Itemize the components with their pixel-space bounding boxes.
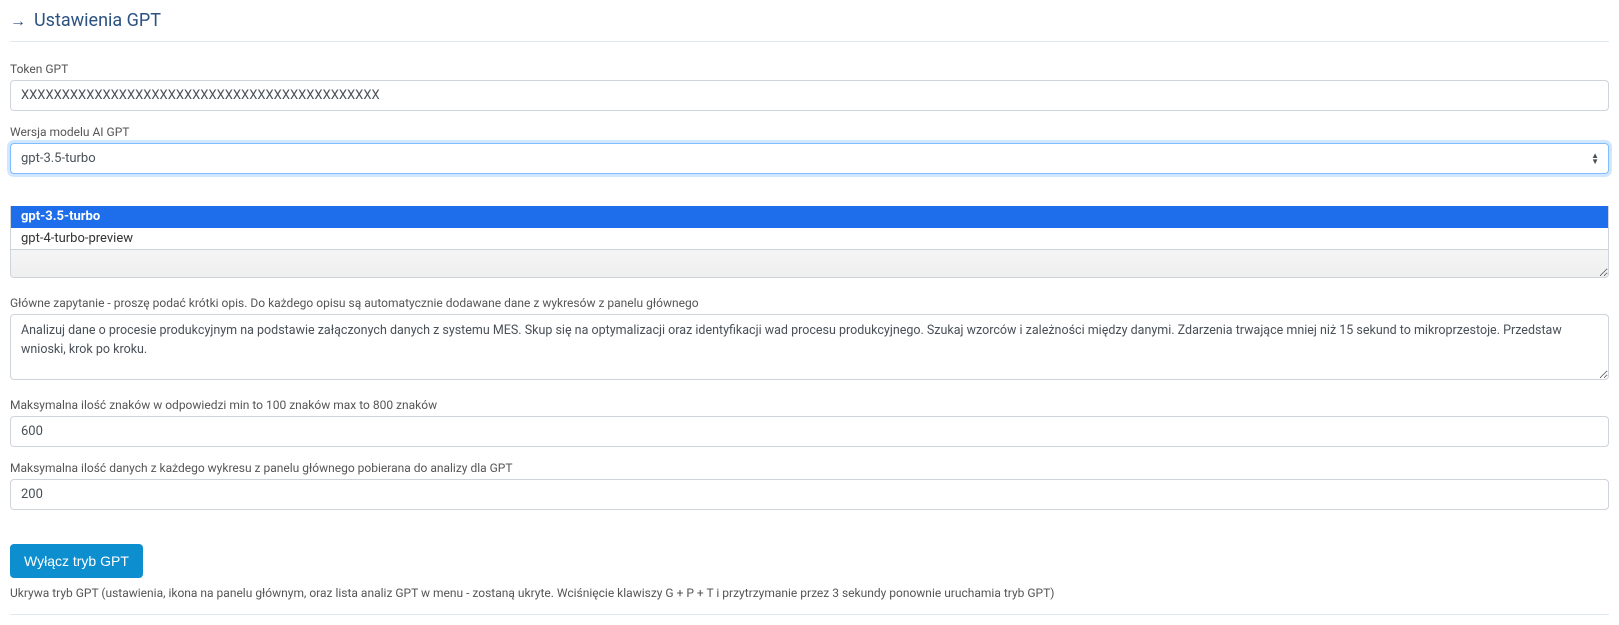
field-max-chars: Maksymalna ilość znaków w odpowiedzi min…	[10, 398, 1609, 447]
max-data-label: Maksymalna ilość danych z każdego wykres…	[10, 461, 1609, 475]
model-dropdown: gpt-3.5-turbo gpt-4-turbo-preview	[10, 206, 1609, 250]
disable-gpt-help-text: Ukrywa tryb GPT (ustawienia, ikona na pa…	[10, 586, 1609, 600]
max-chars-label: Maksymalna ilość znaków w odpowiedzi min…	[10, 398, 1609, 412]
model-label: Wersja modelu AI GPT	[10, 125, 1609, 139]
divider	[10, 614, 1609, 615]
model-option-gpt35[interactable]: gpt-3.5-turbo	[11, 206, 1608, 228]
main-query-label: Główne zapytanie - proszę podać krótki o…	[10, 296, 1609, 310]
model-select[interactable]	[10, 143, 1609, 174]
token-input[interactable]	[10, 80, 1609, 111]
field-main-query: Główne zapytanie - proszę podać krótki o…	[10, 296, 1609, 384]
max-chars-input[interactable]	[10, 416, 1609, 447]
max-data-input[interactable]	[10, 479, 1609, 510]
token-label: Token GPT	[10, 62, 1609, 76]
disable-gpt-button[interactable]: Wyłącz tryb GPT	[10, 544, 143, 578]
field-max-data: Maksymalna ilość danych z każdego wykres…	[10, 461, 1609, 510]
field-token: Token GPT	[10, 62, 1609, 111]
field-model: Wersja modelu AI GPT ▲▼ gpt-3.5-turbo gp…	[10, 125, 1609, 282]
page-title: → Ustawienia GPT	[10, 10, 1609, 42]
main-query-textarea[interactable]	[10, 314, 1609, 380]
model-option-gpt4[interactable]: gpt-4-turbo-preview	[11, 228, 1608, 250]
arrow-right-icon: →	[10, 11, 26, 31]
page-title-text: Ustawienia GPT	[34, 10, 161, 31]
